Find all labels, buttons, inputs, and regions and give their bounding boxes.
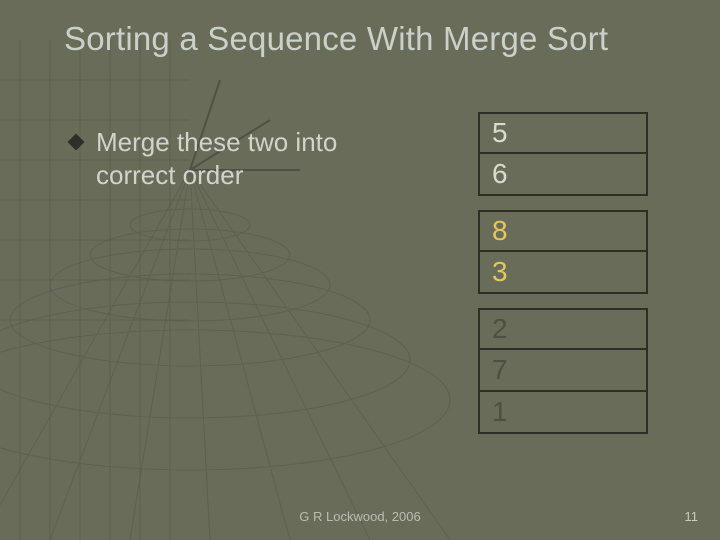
footer-credit: G R Lockwood, 2006 xyxy=(0,509,720,524)
group-3: 2 7 1 xyxy=(478,308,648,434)
value-stack: 5 6 8 3 2 7 1 xyxy=(478,112,648,434)
bullet-diamond-icon xyxy=(68,134,85,151)
cell: 6 xyxy=(478,154,648,196)
bullet-item: Merge these two into correct order xyxy=(70,126,420,191)
page-number: 11 xyxy=(685,509,699,524)
cell: 3 xyxy=(478,252,648,294)
cell: 7 xyxy=(478,350,648,392)
bullet-text: Merge these two into correct order xyxy=(96,126,420,191)
group-1: 5 6 xyxy=(478,112,648,196)
cell: 5 xyxy=(478,112,648,154)
slide-title: Sorting a Sequence With Merge Sort xyxy=(64,20,608,58)
group-2: 8 3 xyxy=(478,210,648,294)
cell: 2 xyxy=(478,308,648,350)
cell: 1 xyxy=(478,392,648,434)
cell: 8 xyxy=(478,210,648,252)
